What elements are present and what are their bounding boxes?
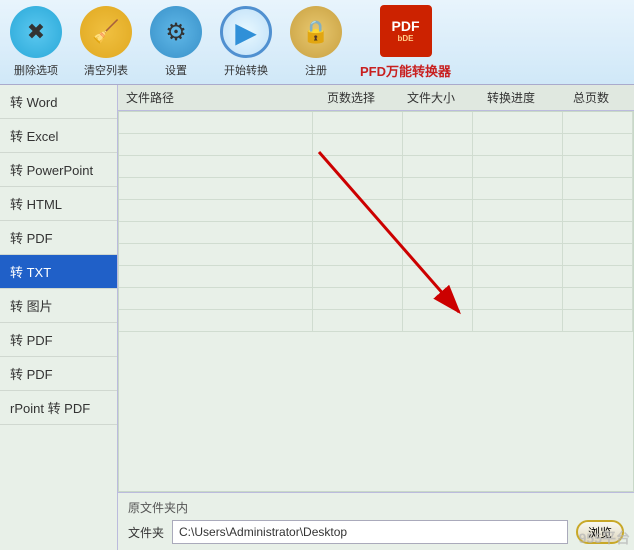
start-icon: ▶: [220, 6, 272, 58]
sidebar-item-html[interactable]: 转 HTML: [0, 187, 117, 221]
table-body: [118, 111, 634, 492]
bottom-row: 文件夹 浏览: [128, 520, 624, 544]
bottom-area: 原文件夹内 文件夹 浏览: [118, 492, 634, 550]
col-pages: 页数选择: [306, 89, 396, 106]
settings-icon: ⚙: [150, 6, 202, 58]
register-label: 注册: [305, 62, 327, 78]
sidebar-item-pdf3[interactable]: 转 PDF: [0, 357, 117, 391]
section-label: 原文件夹内: [128, 499, 624, 516]
table-row: [119, 134, 633, 156]
sidebar-item-pdf2[interactable]: 转 PDF: [0, 323, 117, 357]
table-row: [119, 200, 633, 222]
table-row: [119, 112, 633, 134]
content-area: 文件路径 页数选择 文件大小 转换进度 总页数: [118, 85, 634, 550]
sidebar-item-pdf1[interactable]: 转 PDF: [0, 221, 117, 255]
sidebar-item-txt[interactable]: 转 TXT: [0, 255, 117, 289]
col-total: 总页数: [556, 89, 626, 106]
settings-label: 设置: [165, 62, 187, 78]
sidebar-item-img[interactable]: 转 图片: [0, 289, 117, 323]
register-button[interactable]: 🔒 注册: [290, 6, 342, 78]
delete-label: 删除选项: [14, 62, 58, 78]
table-row: [119, 244, 633, 266]
col-progress: 转换进度: [466, 89, 556, 106]
toolbar: ✖ 删除选项 🧹 清空列表 ⚙ 设置 ▶ 开始转换 🔒 注册 PDF bDE P…: [0, 0, 634, 85]
settings-button[interactable]: ⚙ 设置: [150, 6, 202, 78]
table-row: [119, 222, 633, 244]
delete-button[interactable]: ✖ 删除选项: [10, 6, 62, 78]
main-area: 转 Word 转 Excel 转 PowerPoint 转 HTML 转 PDF…: [0, 85, 634, 550]
table-row: [119, 310, 633, 332]
folder-label: 文件夹: [128, 524, 164, 541]
sidebar-item-ppt[interactable]: 转 PowerPoint: [0, 153, 117, 187]
app-name: PFD万能转换器: [360, 61, 451, 80]
grid: [119, 112, 633, 491]
table-row: [119, 288, 633, 310]
delete-icon: ✖: [10, 6, 62, 58]
register-icon: 🔒: [290, 6, 342, 58]
col-filesize: 文件大小: [396, 89, 466, 106]
clear-icon: 🧹: [80, 6, 132, 58]
table-row: [119, 178, 633, 200]
clear-label: 清空列表: [84, 62, 128, 78]
table-row: [119, 156, 633, 178]
watermark: 955平台: [579, 528, 630, 548]
sidebar-item-word[interactable]: 转 Word: [0, 85, 117, 119]
table-header: 文件路径 页数选择 文件大小 转换进度 总页数: [118, 85, 634, 111]
col-filepath: 文件路径: [126, 89, 306, 106]
app-logo: PDF bDE PFD万能转换器: [360, 5, 451, 80]
table-row: [119, 266, 633, 288]
clear-button[interactable]: 🧹 清空列表: [80, 6, 132, 78]
start-label: 开始转换: [224, 62, 268, 78]
folder-input[interactable]: [172, 520, 568, 544]
start-button[interactable]: ▶ 开始转换: [220, 6, 272, 78]
sidebar-item-excel[interactable]: 转 Excel: [0, 119, 117, 153]
sidebar: 转 Word 转 Excel 转 PowerPoint 转 HTML 转 PDF…: [0, 85, 118, 550]
sidebar-item-ppt2[interactable]: rPoint 转 PDF: [0, 391, 117, 425]
pdf-icon: PDF bDE: [380, 5, 432, 57]
